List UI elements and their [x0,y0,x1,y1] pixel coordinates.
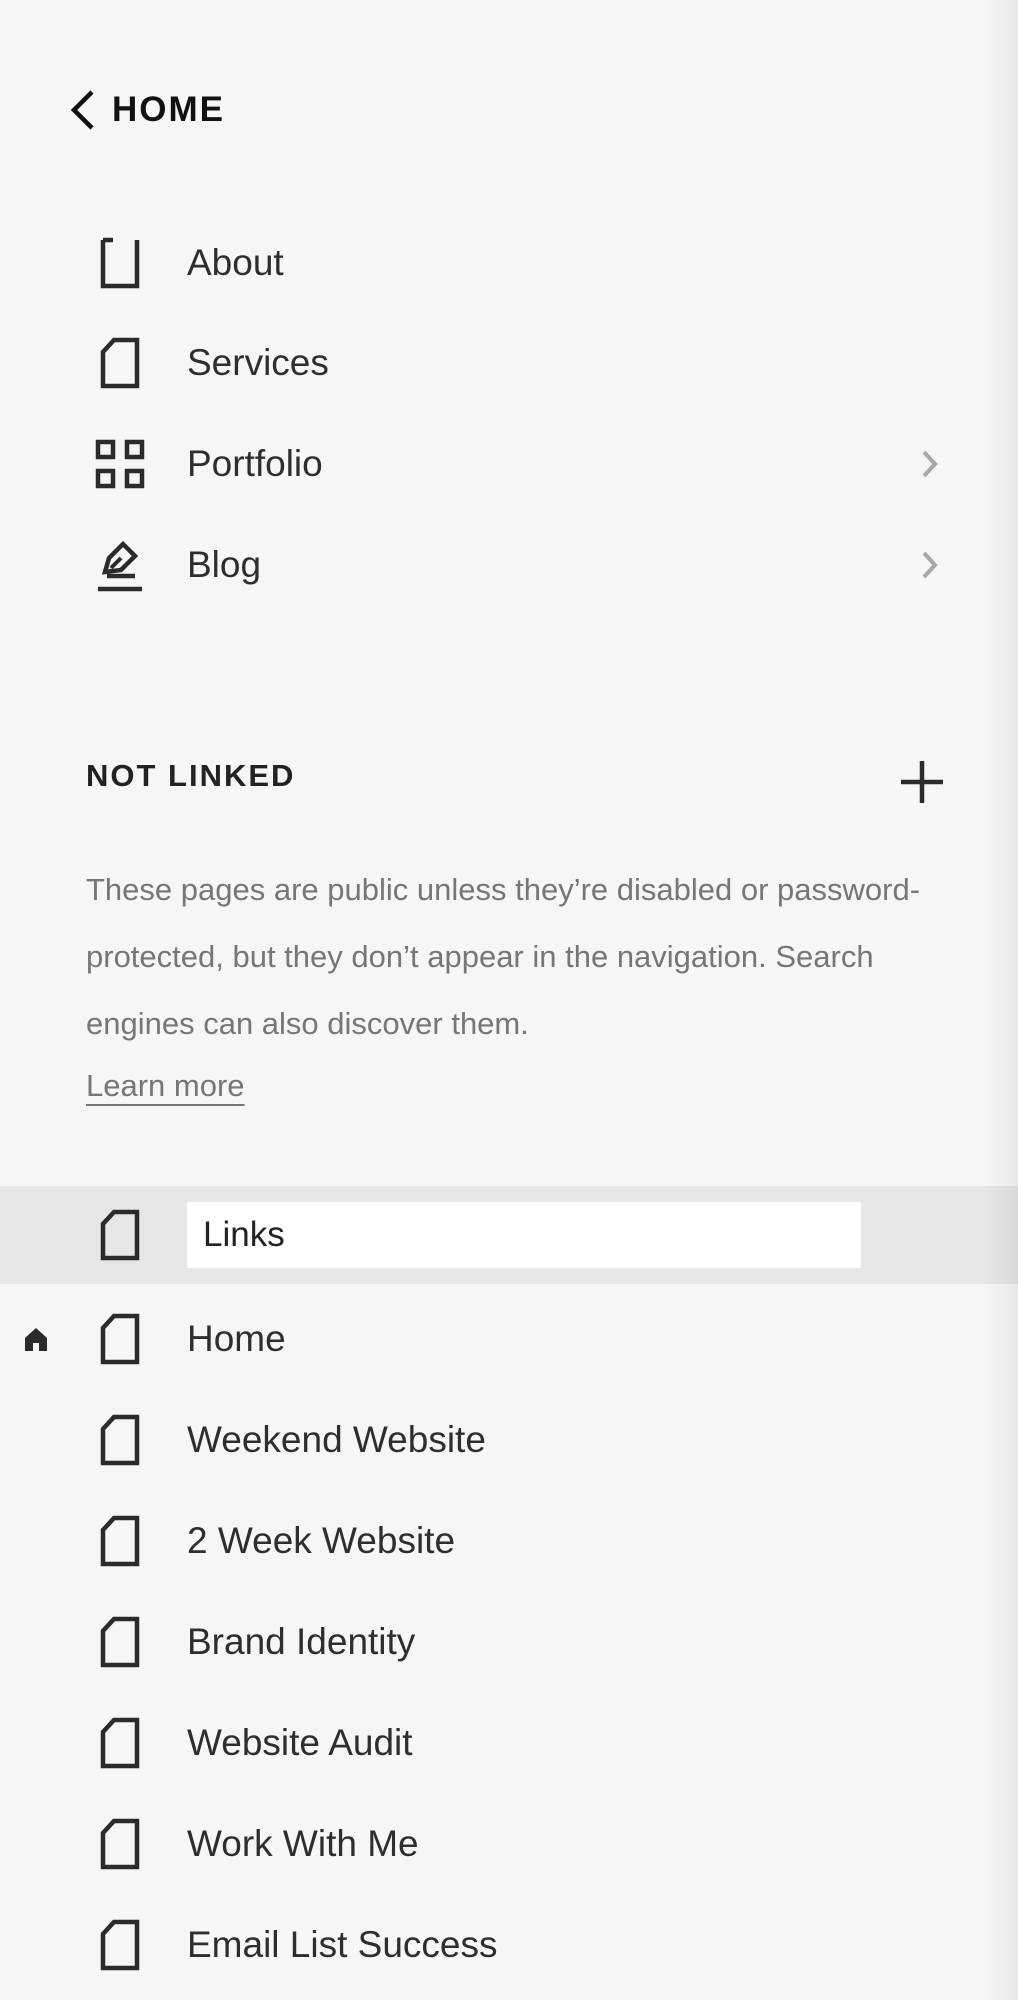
pages-panel: HOME About Services Portfolio Blog NOT L… [0,0,1018,2000]
page-icon [94,1717,146,1769]
nav-item-label: Portfolio [187,443,323,484]
nav-item-label: Services [187,342,329,383]
page-icon [94,1209,146,1261]
nav-item-services[interactable]: Services [0,320,1018,406]
page-item-label: Home [187,1318,286,1359]
nav-item-label: About [187,242,284,283]
chevron-left-icon [66,88,98,132]
page-icon [94,1818,146,1870]
page-item-label: 2 Week Website [187,1520,456,1561]
nav-item-blog[interactable]: Blog [0,522,1018,608]
grid-icon [94,438,146,490]
page-icon [94,1414,146,1466]
learn-more-link[interactable]: Learn more [86,1056,245,1116]
not-linked-item-work-with-me[interactable]: Work With Me [0,1801,1018,1887]
page-item-label: Weekend Website [187,1419,486,1460]
not-linked-item-brand-identity[interactable]: Brand Identity [0,1599,1018,1685]
nav-item-label: Blog [187,544,262,585]
add-page-button[interactable] [898,760,946,808]
page-icon [94,1515,146,1567]
page-item-label: Brand Identity [187,1621,416,1662]
editing-page-row[interactable] [0,1186,1018,1284]
not-linked-heading: NOT LINKED [86,758,296,793]
nav-item-portfolio[interactable]: Portfolio [0,421,1018,507]
chevron-right-icon [916,547,944,583]
home-icon [20,1323,52,1355]
chevron-right-icon [916,446,944,482]
not-linked-item-website-audit[interactable]: Website Audit [0,1700,1018,1786]
not-linked-item-weekend-website[interactable]: Weekend Website [0,1397,1018,1483]
page-icon [94,337,146,389]
not-linked-description: These pages are public unless they’re di… [86,872,921,1041]
back-label: HOME [112,90,225,129]
not-linked-item-2-week-website[interactable]: 2 Week Website [0,1498,1018,1584]
page-icon [94,237,146,289]
not-linked-item-email-list-success[interactable]: Email List Success [0,1902,1018,1988]
page-item-label: Website Audit [187,1722,413,1763]
blog-pen-icon [94,539,146,592]
back-button[interactable]: HOME [66,84,225,136]
page-title-input[interactable] [187,1202,861,1268]
not-linked-item-home[interactable]: Home [0,1296,1018,1382]
page-icon [94,1919,146,1971]
plus-icon [899,759,945,810]
page-item-label: Work With Me [187,1823,419,1864]
page-item-label: Email List Success [187,1924,498,1965]
page-icon [94,1313,146,1365]
page-icon [94,1616,146,1668]
nav-item-about[interactable]: About [0,220,1018,306]
